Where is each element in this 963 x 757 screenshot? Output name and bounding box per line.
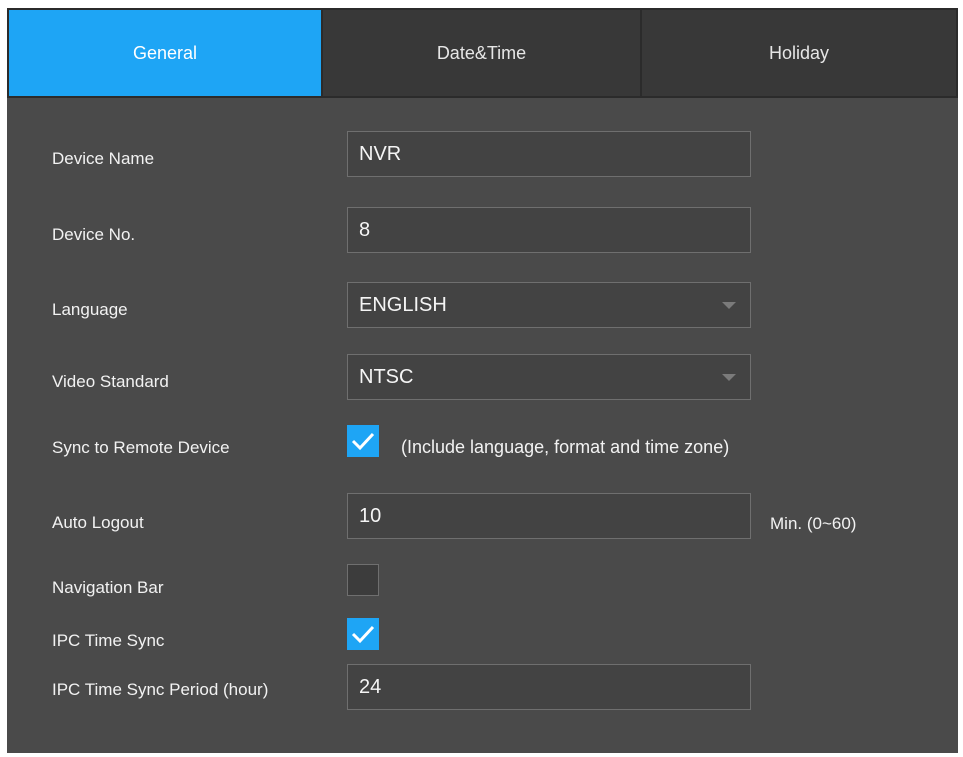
tab-general[interactable]: General	[9, 10, 321, 96]
tab-holiday[interactable]: Holiday	[642, 10, 956, 96]
checkmark-icon	[351, 432, 375, 451]
language-value: ENGLISH	[359, 294, 447, 316]
device-no-label: Device No.	[52, 225, 136, 244]
sync-remote-checkbox[interactable]	[347, 425, 379, 457]
device-no-field[interactable]: 8	[347, 207, 751, 253]
chevron-down-icon	[722, 302, 736, 309]
video-standard-label: Video Standard	[52, 372, 169, 391]
device-name-field[interactable]: NVR	[347, 131, 751, 177]
sync-remote-note: (Include language, format and time zone)	[401, 437, 730, 457]
language-select[interactable]: ENGLISH	[347, 282, 751, 328]
navigation-bar-checkbox[interactable]	[347, 564, 379, 596]
navigation-bar-label: Navigation Bar	[52, 578, 164, 597]
ipc-time-sync-checkbox[interactable]	[347, 618, 379, 650]
ipc-sync-period-label: IPC Time Sync Period (hour)	[52, 680, 269, 699]
language-label: Language	[52, 300, 128, 319]
tab-date-time[interactable]: Date&Time	[323, 10, 640, 96]
auto-logout-label: Auto Logout	[52, 513, 144, 532]
auto-logout-unit: Min. (0~60)	[770, 514, 857, 533]
tab-bar: General Date&Time Holiday	[7, 8, 958, 98]
chevron-down-icon	[722, 374, 736, 381]
video-standard-select[interactable]: NTSC	[347, 354, 751, 400]
checkmark-icon	[351, 625, 375, 644]
video-standard-value: NTSC	[359, 366, 414, 388]
sync-remote-label: Sync to Remote Device	[52, 438, 230, 457]
ipc-time-sync-label: IPC Time Sync	[52, 631, 165, 650]
auto-logout-field[interactable]: 10	[347, 493, 751, 539]
device-name-label: Device Name	[52, 149, 155, 168]
settings-panel: General Date&Time Holiday Device Name NV…	[7, 8, 958, 753]
ipc-sync-period-field[interactable]: 24	[347, 664, 751, 710]
